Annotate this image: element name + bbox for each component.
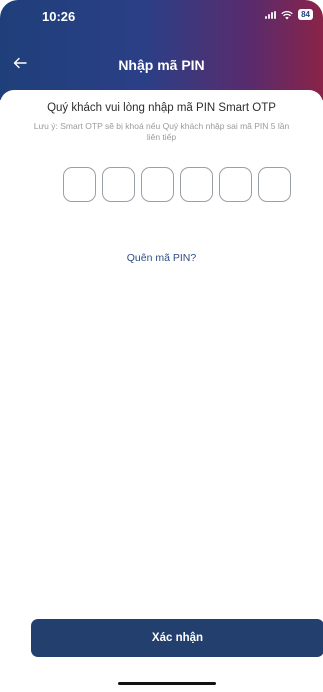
status-bar: 10:26 84: [0, 0, 323, 36]
wifi-icon: [281, 10, 293, 19]
pin-digit-field[interactable]: [219, 167, 252, 202]
instruction-text: Quý khách vui lòng nhập mã PIN Smart OTP: [47, 102, 276, 114]
pin-digit-field[interactable]: [63, 167, 96, 202]
status-indicators: 84: [265, 9, 313, 20]
pin-digit-field[interactable]: [180, 167, 213, 202]
page-title: Nhập mã PIN: [118, 57, 205, 73]
home-indicator: [118, 682, 216, 685]
pin-digit-field[interactable]: [102, 167, 135, 202]
forgot-pin-link[interactable]: Quên mã PIN?: [0, 252, 323, 264]
signal-icon: [265, 10, 277, 19]
pin-digit-field[interactable]: [141, 167, 174, 202]
confirm-button[interactable]: Xác nhận: [31, 619, 323, 657]
status-time: 10:26: [42, 9, 76, 24]
pin-digit-field[interactable]: [258, 167, 291, 202]
header: 10:26 84 Nhập mã PIN: [0, 0, 323, 100]
pin-input-group: [63, 167, 293, 202]
battery-indicator: 84: [298, 9, 313, 20]
warning-note: Lưu ý: Smart OTP sẽ bị khoá nếu Quý khác…: [33, 121, 290, 142]
content-sheet: Quý khách vui lòng nhập mã PIN Smart OTP…: [0, 90, 323, 692]
screen: 10:26 84 Nhập mã PIN Quý khách vui lòng …: [0, 0, 323, 692]
